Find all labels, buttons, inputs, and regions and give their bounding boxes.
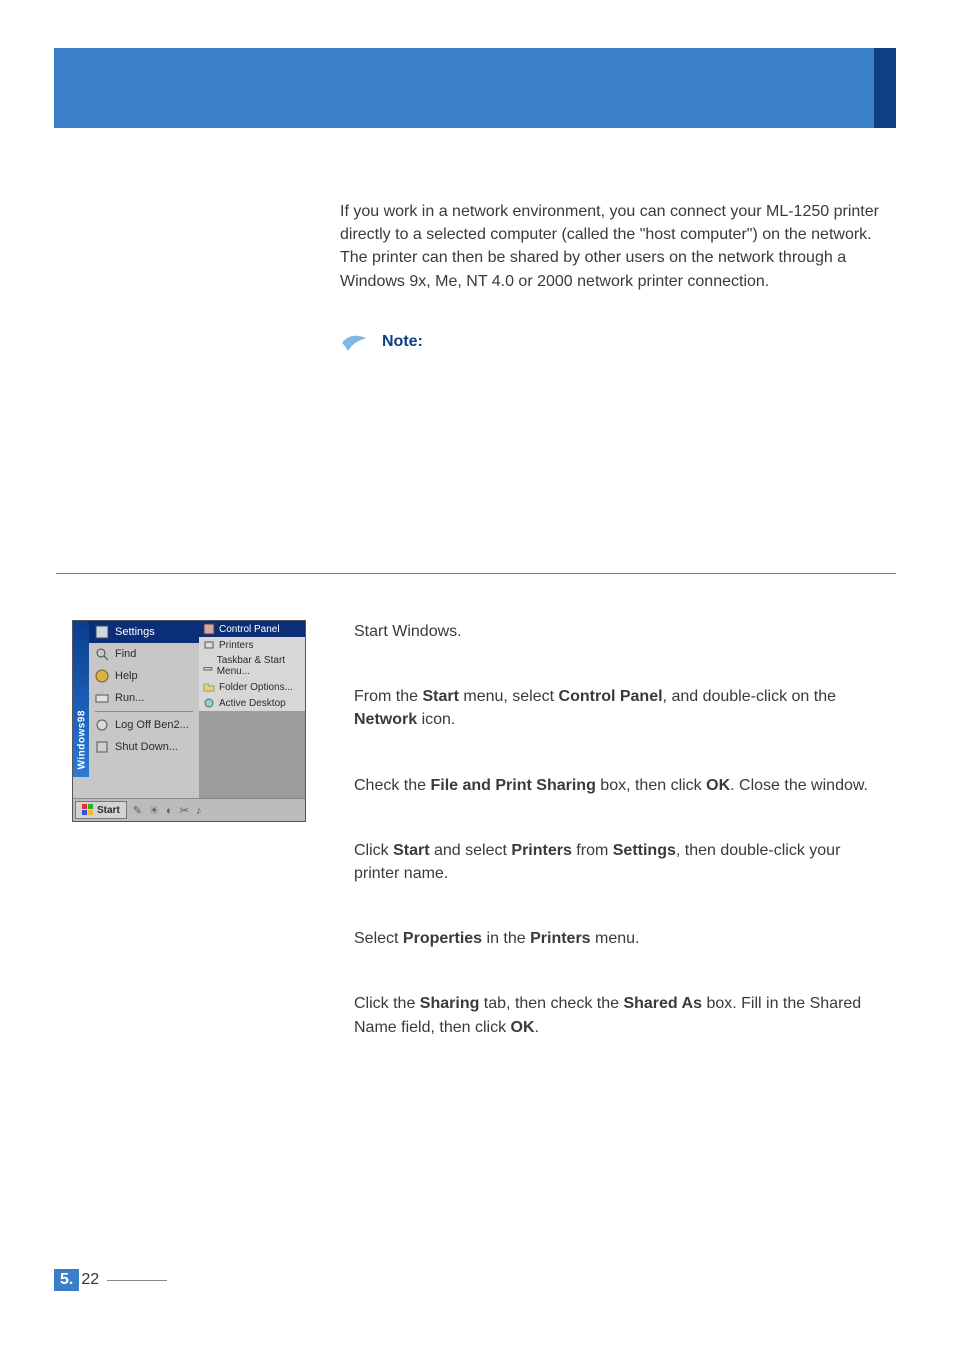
intro-block: If you work in a network environment, yo… — [340, 200, 890, 353]
step-text: Start Windows. — [354, 623, 462, 640]
step-2: From the Start menu, select Control Pane… — [354, 685, 890, 731]
help-icon — [95, 669, 109, 683]
page-sub-number: 22 — [79, 1271, 99, 1289]
submenu-empty-area — [199, 711, 305, 799]
run-icon — [95, 691, 109, 705]
find-icon — [95, 647, 109, 661]
printers-icon — [203, 639, 215, 651]
section-divider — [56, 573, 896, 574]
submenu-label: Folder Options... — [219, 682, 293, 693]
step-3: Check the File and Print Sharing box, th… — [354, 774, 890, 797]
start-menu-screenshot: Windows98 Settings Find Help Run... Lo — [72, 620, 306, 822]
menu-item-help[interactable]: Help — [73, 665, 199, 687]
control-panel-icon — [203, 623, 215, 635]
submenu-label: Printers — [219, 640, 253, 651]
header-band — [54, 48, 896, 128]
menu-label: Log Off Ben2... — [115, 719, 189, 731]
menu-label: Shut Down... — [115, 741, 178, 753]
menu-label: Run... — [115, 692, 144, 704]
taskbar: Start ✎ ☀ ◐ ✂ ♪ — [73, 798, 305, 821]
start-menu-left-column: Windows98 Settings Find Help Run... Lo — [73, 621, 199, 799]
menu-label: Help — [115, 670, 138, 682]
taskbar-tray: ✎ ☀ ◐ ✂ ♪ — [133, 804, 204, 817]
start-button-label: Start — [97, 805, 120, 816]
menu-label: Settings — [115, 626, 155, 638]
submenu-printers[interactable]: Printers — [199, 637, 305, 653]
submenu-label: Active Desktop — [219, 698, 286, 709]
menu-item-logoff[interactable]: Log Off Ben2... — [73, 714, 199, 736]
menu-item-settings[interactable]: Settings — [73, 621, 199, 643]
taskbar-icon — [203, 660, 213, 672]
page-number: 5.22 — [54, 1269, 167, 1291]
step-4: Click Start and select Printers from Set… — [354, 839, 890, 885]
note-label: Note: — [382, 333, 423, 351]
folder-icon — [203, 681, 215, 693]
submenu-label: Taskbar & Start Menu... — [217, 655, 301, 677]
submenu-taskbar[interactable]: Taskbar & Start Menu... — [199, 653, 305, 679]
start-menu-vertical-strip: Windows98 — [73, 621, 89, 777]
chapter-number: 5. — [54, 1269, 79, 1291]
start-button[interactable]: Start — [75, 801, 127, 819]
document-page: If you work in a network environment, yo… — [0, 0, 954, 1349]
step-1: Start Windows. — [354, 620, 890, 643]
windows-flag-icon — [82, 804, 94, 816]
step-5: Select Properties in the Printers menu. — [354, 927, 890, 950]
menu-item-find[interactable]: Find — [73, 643, 199, 665]
submenu-active-desktop[interactable]: Active Desktop — [199, 695, 305, 711]
steps-list: Start Windows. From the Start menu, sele… — [354, 620, 890, 1081]
checkmark-icon — [340, 331, 376, 353]
step-6: Click the Sharing tab, then check the Sh… — [354, 992, 890, 1038]
logoff-icon — [95, 718, 109, 732]
submenu-label: Control Panel — [219, 624, 280, 635]
active-desktop-icon — [203, 697, 215, 709]
menu-label: Find — [115, 648, 136, 660]
submenu-folder-options[interactable]: Folder Options... — [199, 679, 305, 695]
page-number-rule — [107, 1280, 167, 1281]
menu-item-run[interactable]: Run... — [73, 687, 199, 709]
note-row: Note: — [340, 331, 890, 353]
menu-item-shutdown[interactable]: Shut Down... — [73, 736, 199, 758]
menu-separator — [95, 711, 193, 712]
strip-label: Windows98 — [77, 700, 88, 770]
submenu-control-panel[interactable]: Control Panel — [199, 621, 305, 637]
intro-text: If you work in a network environment, yo… — [340, 200, 890, 293]
shutdown-icon — [95, 740, 109, 754]
header-notch — [874, 48, 896, 128]
settings-icon — [95, 625, 109, 639]
